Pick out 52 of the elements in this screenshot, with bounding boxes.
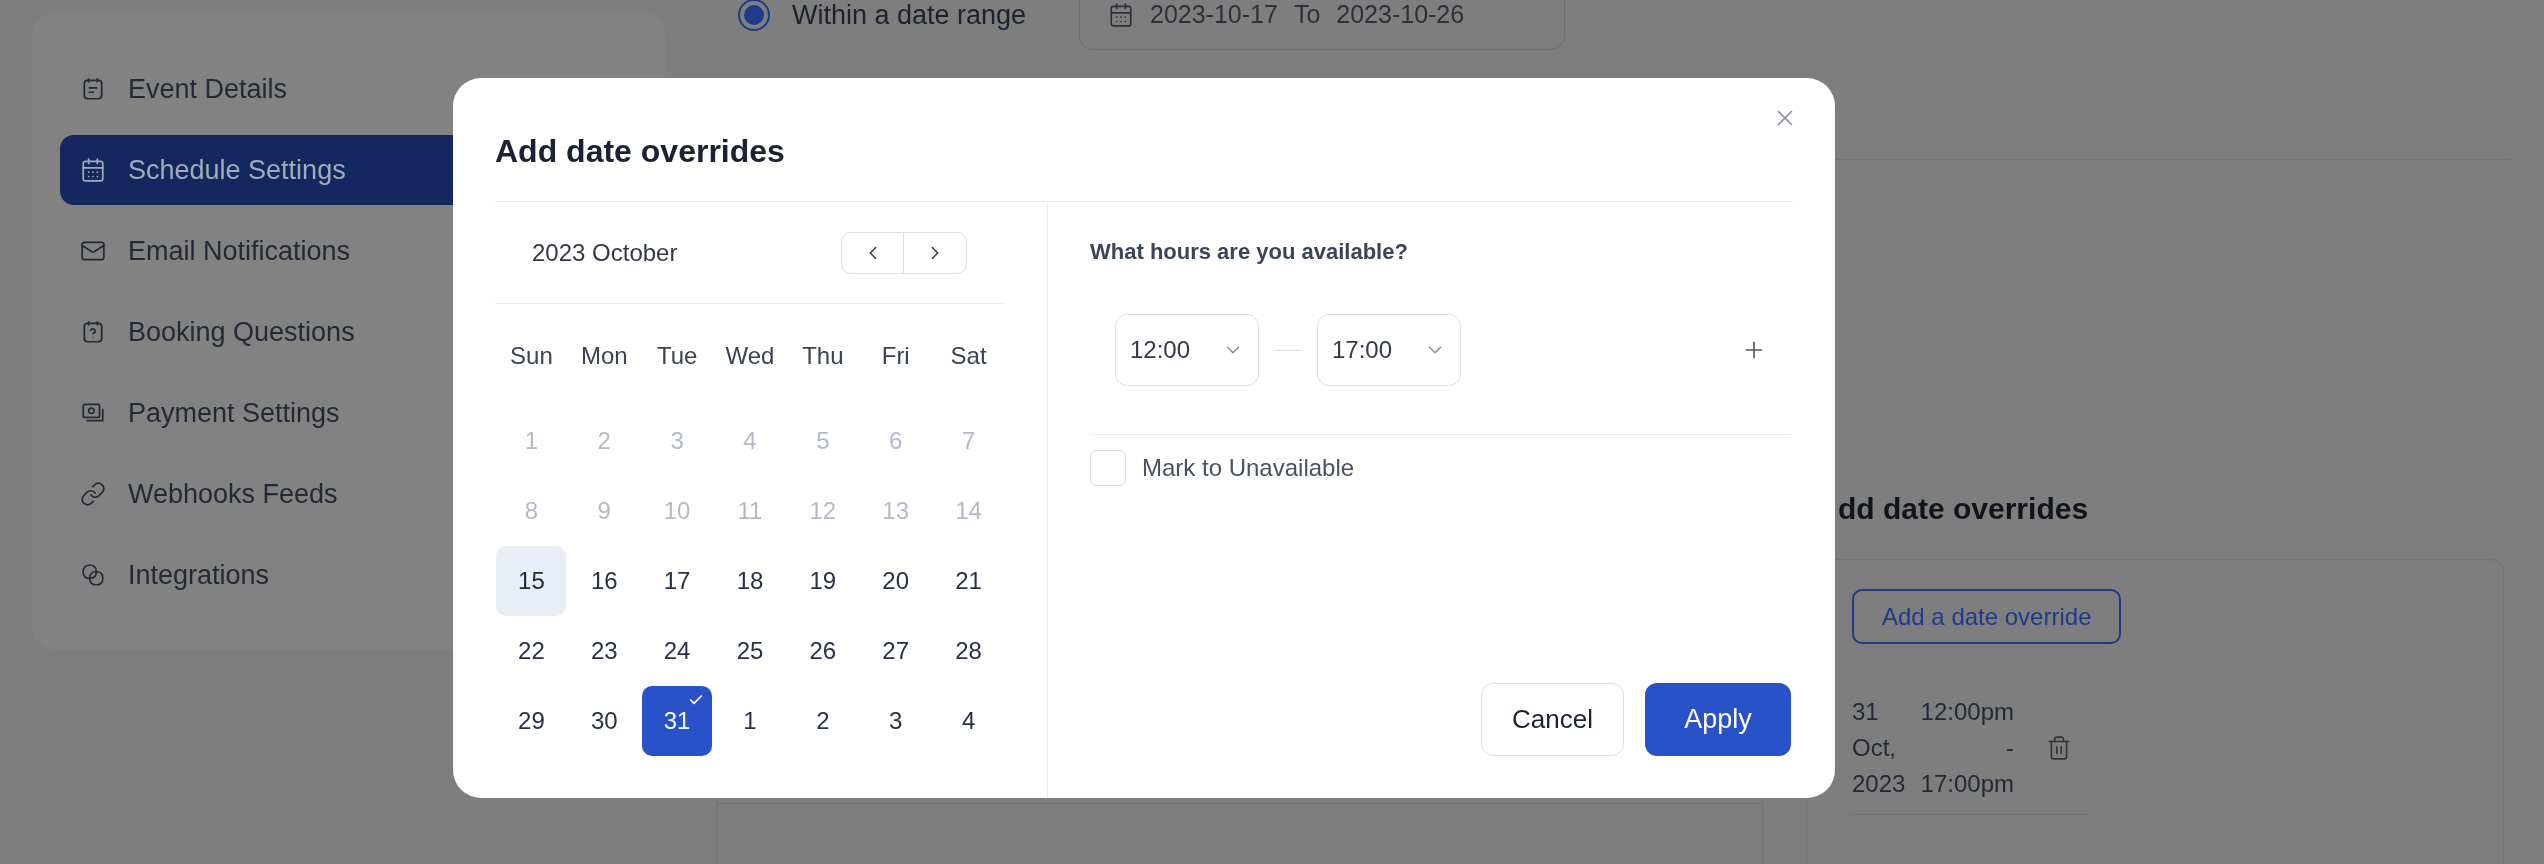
calendar-day[interactable]: 22: [496, 616, 567, 686]
override-date: 31 Oct, 2023: [1852, 697, 1907, 799]
calendar-day[interactable]: 4: [933, 686, 1004, 756]
mail-icon: [80, 238, 106, 264]
calendar-day[interactable]: 19: [787, 546, 858, 616]
calendar-day[interactable]: 1: [715, 686, 785, 756]
weekday-label: Thu: [801, 341, 845, 371]
calendar-day[interactable]: 2: [787, 686, 858, 756]
calendar-day[interactable]: 25: [715, 616, 785, 686]
sidebar-item[interactable]: Event Details: [60, 54, 640, 124]
weekday-label: Sat: [949, 341, 988, 371]
trash-icon[interactable]: [2046, 735, 2072, 761]
section-heading: dd date overrides: [1837, 491, 2090, 526]
weekday-label: Fri: [880, 341, 911, 371]
checkbox-label: Mark to Unavailable: [1142, 453, 1355, 483]
calendar-day[interactable]: 30: [569, 686, 640, 756]
calendar-day[interactable]: 18: [715, 546, 785, 616]
calendar-day[interactable]: 17: [642, 546, 713, 616]
calendar-icon: [80, 157, 106, 183]
calendar-day[interactable]: 23: [569, 616, 640, 686]
calendar-day[interactable]: 26: [787, 616, 858, 686]
range-end: 2023-10-26: [1336, 0, 1465, 31]
calendar-day[interactable]: 31: [642, 686, 713, 756]
calendar-day[interactable]: 20: [860, 546, 931, 616]
calendar-question-icon: [80, 319, 106, 345]
override-time: 12:00pm - 17:00pm: [1919, 697, 2014, 799]
weekday-label: Wed: [724, 341, 776, 371]
calendar-day[interactable]: 16: [569, 546, 640, 616]
calendar-day[interactable]: 28: [933, 616, 1004, 686]
availability-question: What hours are you available?: [1090, 238, 1409, 266]
calendar-day[interactable]: 27: [860, 616, 931, 686]
calendar-day[interactable]: 21: [933, 546, 1004, 616]
month-label: 2023 October: [532, 237, 678, 268]
notepad-icon: [80, 76, 106, 102]
calendar-icon: [1108, 2, 1134, 28]
range-separator: To: [1293, 0, 1321, 31]
radio-label: Within a date range: [791, 0, 1028, 32]
cancel-button[interactable]: Cancel: [1481, 683, 1624, 756]
end-time-select[interactable]: 17:00: [1317, 314, 1461, 386]
link-icon: [80, 481, 106, 507]
weekday-label: Tue: [655, 341, 699, 371]
calendar-day[interactable]: 24: [642, 616, 713, 686]
calendar-day[interactable]: 29: [496, 686, 567, 756]
calendar-day[interactable]: 15: [496, 546, 567, 616]
checkbox[interactable]: [1090, 450, 1126, 486]
range-start: 2023-10-17: [1150, 0, 1278, 31]
weekday-label: Sun: [509, 341, 554, 371]
calendar-day[interactable]: 3: [860, 686, 931, 756]
apply-button[interactable]: Apply: [1645, 683, 1791, 756]
start-time-select[interactable]: 12:00: [1115, 314, 1259, 386]
weekday-label: Mon: [579, 341, 629, 371]
radio-button[interactable]: [738, 0, 770, 31]
